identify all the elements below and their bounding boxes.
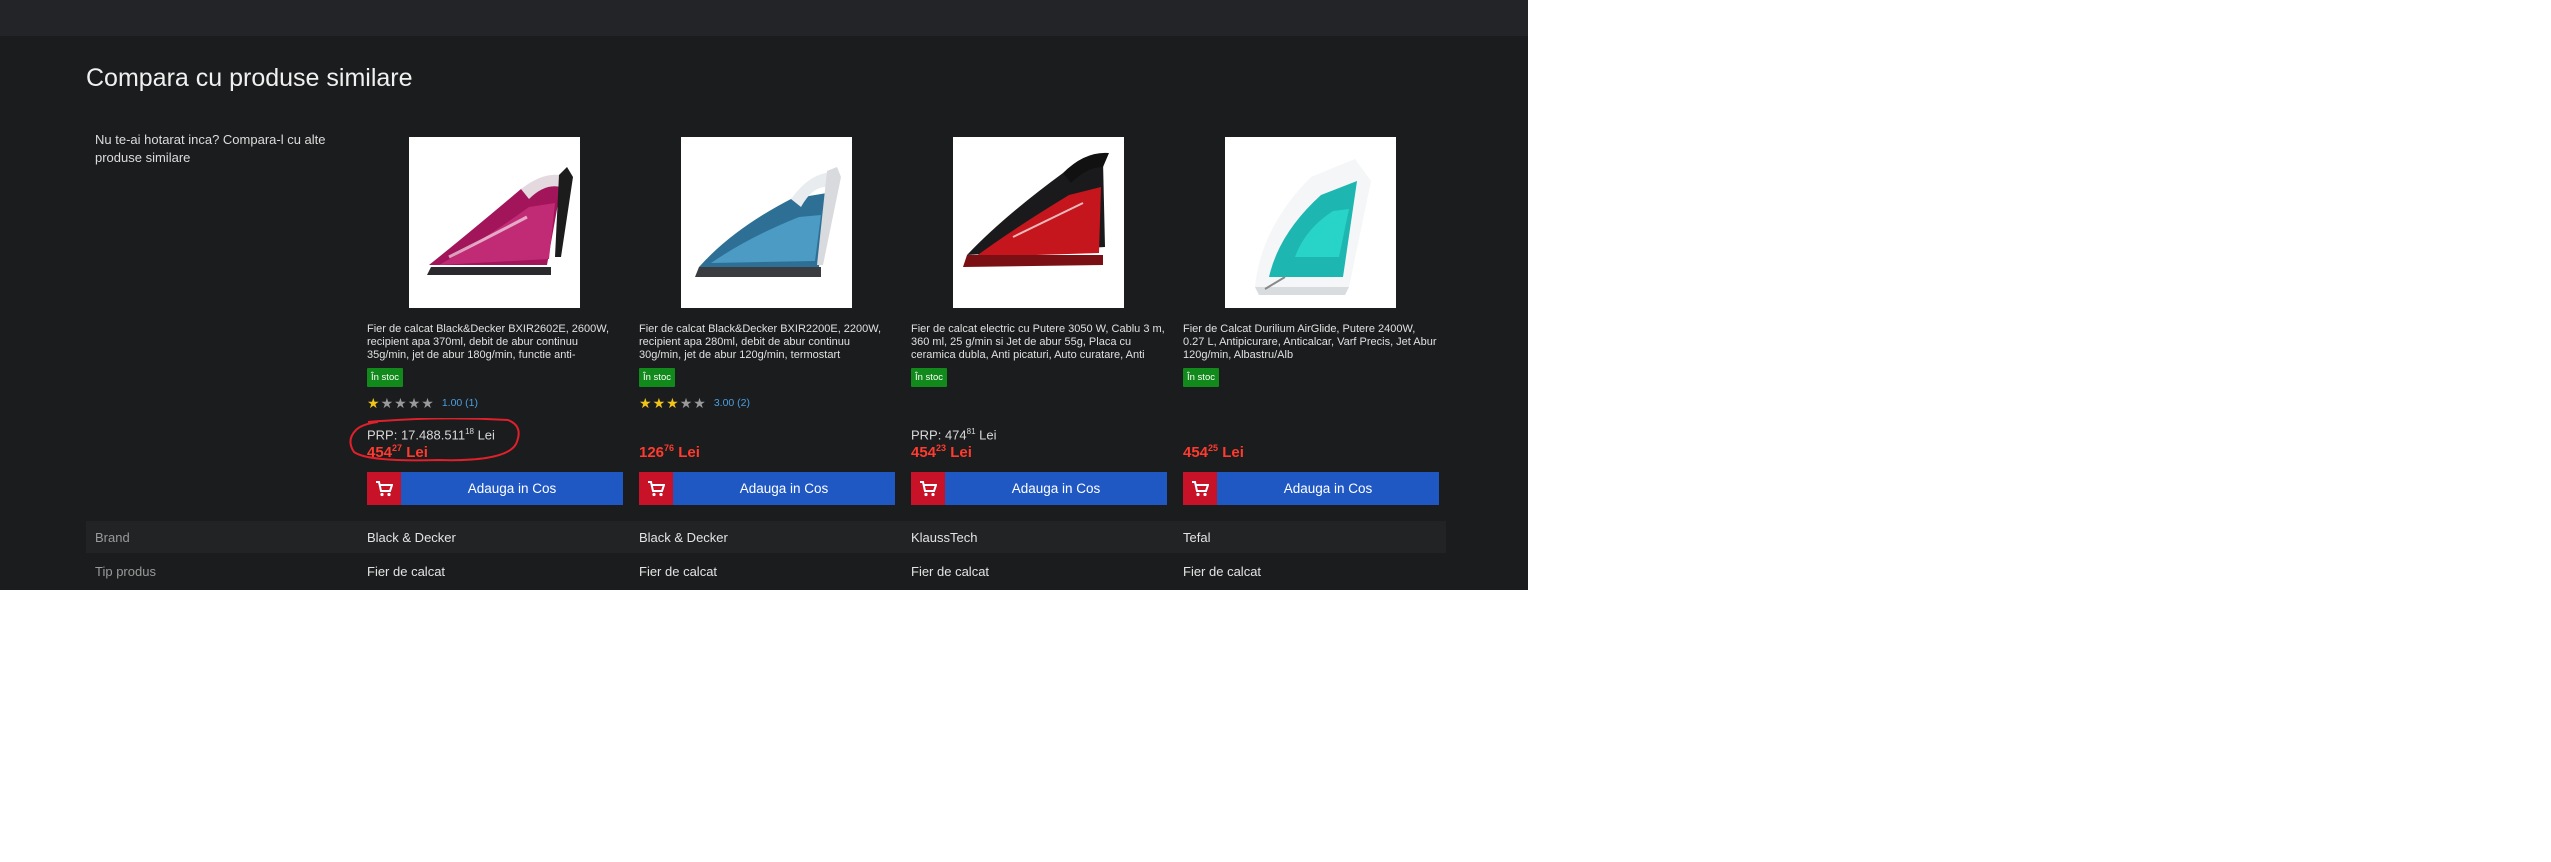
product-image[interactable] [409, 137, 580, 308]
star-icon: ★ [652, 395, 666, 411]
top-bar [0, 0, 1528, 36]
attribute-label: Tip produs [95, 564, 156, 579]
attribute-value: Fier de calcat [639, 564, 718, 579]
add-to-cart-label: Adauga in Cos [739, 481, 829, 496]
stock-badge: În stoc [639, 368, 675, 387]
prp-price: PRP: 47481 Lei [911, 427, 997, 443]
product-rating: ★ ★ ★ ★ ★ 3.00 (2) [639, 395, 750, 411]
current-price: 45423 Lei [911, 443, 972, 461]
add-to-cart-label: Adauga in Cos [1283, 481, 1373, 496]
product-name[interactable]: Fier de calcat Black&Decker BXIR2200E, 2… [639, 323, 895, 365]
star-icon: ★ [380, 395, 394, 411]
star-icon: ★ [666, 395, 679, 411]
section-title: Compara cu produse similare [86, 64, 413, 92]
product-image[interactable] [953, 137, 1124, 308]
product-image[interactable] [681, 137, 852, 308]
shopping-cart-icon [911, 472, 945, 505]
product-image[interactable] [1225, 137, 1396, 308]
star-icon: ★ [421, 395, 434, 411]
shopping-cart-icon [367, 472, 401, 505]
star-icon: ★ [367, 395, 380, 411]
rating-link[interactable]: 1.00 (1) [442, 397, 478, 409]
attribute-value: Fier de calcat [367, 564, 446, 579]
star-icon: ★ [639, 395, 652, 411]
add-to-cart-label: Adauga in Cos [1011, 481, 1101, 496]
shopping-cart-icon [1183, 472, 1217, 505]
add-to-cart-button[interactable]: Adauga in Cos [367, 472, 623, 505]
add-to-cart-button[interactable]: Adauga in Cos [1183, 472, 1439, 505]
attribute-value: Fier de calcat [911, 564, 990, 579]
shopping-cart-icon [639, 472, 673, 505]
annotation-circle [349, 418, 520, 462]
star-icon: ★ [394, 395, 407, 411]
attribute-row-brand: Brand Black & Decker Black & Decker Klau… [86, 521, 1446, 553]
attribute-label: Brand [95, 530, 130, 545]
star-icon: ★ [679, 395, 693, 411]
product-name[interactable]: Fier de calcat Black&Decker BXIR2602E, 2… [367, 323, 623, 365]
attribute-value: Fier de calcat [1183, 564, 1262, 579]
attribute-value: Black & Decker [639, 530, 728, 545]
attribute-value: Black & Decker [367, 530, 456, 545]
rating-link[interactable]: 3.00 (2) [714, 397, 750, 409]
compare-intro-text: Nu te-ai hotarat inca? Compara-l cu alte… [95, 132, 326, 165]
stock-badge: În stoc [1183, 368, 1219, 387]
attribute-row-product-type: Tip produs Fier de calcat Fier de calcat… [86, 555, 1446, 587]
current-price: 45425 Lei [1183, 443, 1244, 461]
product-name[interactable]: Fier de calcat electric cu Putere 3050 W… [911, 323, 1167, 365]
add-to-cart-label: Adauga in Cos [467, 481, 557, 496]
add-to-cart-button[interactable]: Adauga in Cos [639, 472, 895, 505]
star-icon: ★ [407, 395, 421, 411]
star-icon: ★ [693, 395, 706, 411]
product-name[interactable]: Fier de Calcat Durilium AirGlide, Putere… [1183, 323, 1439, 365]
compare-section: Compara cu produse similare Nu te-ai hot… [0, 0, 1528, 590]
stock-badge: În stoc [367, 368, 403, 387]
attribute-value: Tefal [1183, 530, 1211, 545]
attribute-value: KlaussTech [911, 530, 978, 545]
current-price: 12676 Lei [639, 443, 700, 461]
product-rating: ★ ★ ★ ★ ★ 1.00 (1) [367, 395, 478, 411]
stock-badge: În stoc [911, 368, 947, 387]
add-to-cart-button[interactable]: Adauga in Cos [911, 472, 1167, 505]
